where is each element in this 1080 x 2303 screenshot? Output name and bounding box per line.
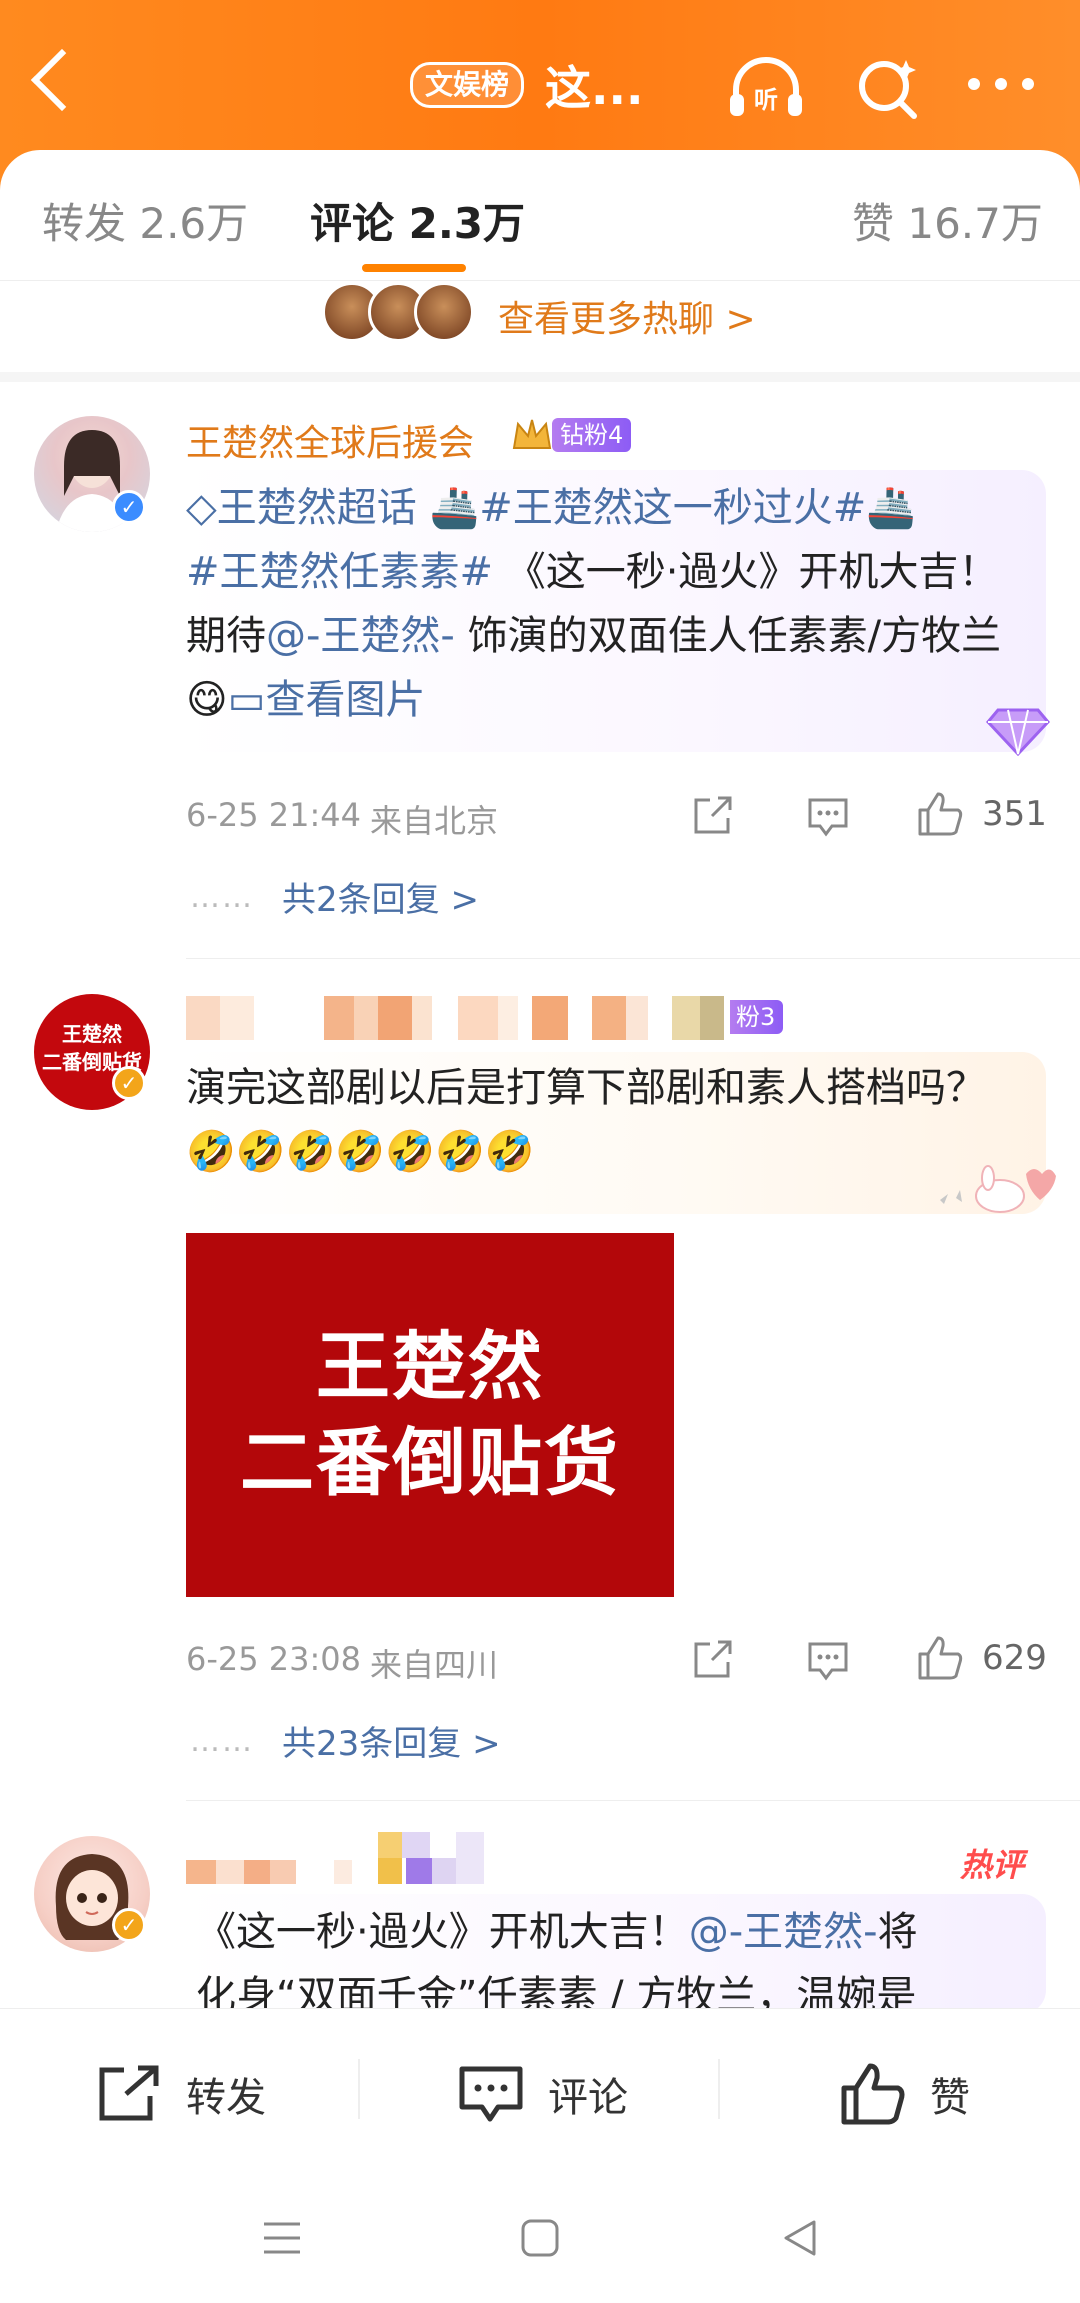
hashtag-link[interactable]: #王楚然这一秒过火# bbox=[479, 485, 866, 531]
repost-icon bbox=[99, 2065, 159, 2121]
section-separator bbox=[0, 372, 1080, 382]
view-image-link[interactable]: 查看图片 bbox=[266, 677, 426, 723]
image-link-icon: ▭ bbox=[227, 677, 266, 723]
reply-ellipsis: …… bbox=[190, 880, 254, 915]
view-replies-link[interactable]: 共23条回复 > bbox=[282, 1716, 501, 1765]
ship-icon: 🚢 bbox=[866, 485, 917, 531]
hot-comment-tag: 热评 bbox=[960, 1846, 1025, 1884]
back-arrow-icon[interactable] bbox=[30, 48, 94, 112]
svg-text:听: 听 bbox=[754, 86, 778, 114]
super-topic-link[interactable]: 王楚然超话 bbox=[217, 485, 417, 531]
comment-icon[interactable] bbox=[806, 794, 850, 838]
crown-icon bbox=[512, 419, 552, 449]
emoji-icon: 😋 bbox=[186, 677, 228, 723]
comment-time: 6-25 21:44 bbox=[186, 796, 362, 834]
home-icon[interactable] bbox=[520, 2218, 560, 2258]
view-replies-link[interactable]: 共2条回复 > bbox=[282, 872, 479, 921]
listen-icon[interactable]: 听 bbox=[726, 56, 806, 120]
divider bbox=[0, 280, 1080, 281]
comment-icon[interactable] bbox=[806, 1638, 850, 1682]
more-menu-icon[interactable] bbox=[966, 74, 1036, 94]
like-button[interactable]: 赞 bbox=[840, 2059, 970, 2129]
tab-comments[interactable]: 评论 2.3万 bbox=[310, 190, 525, 251]
laughing-emoji-icon: 🤣🤣🤣🤣🤣🤣🤣 bbox=[186, 1129, 535, 1175]
bar-separator bbox=[358, 2059, 360, 2119]
more-hot-chats-link[interactable]: 查看更多热聊 > bbox=[498, 290, 756, 342]
avatar-text: 王楚然 bbox=[62, 1022, 122, 1046]
bottom-action-bar: 转发 评论 赞 bbox=[0, 2008, 1080, 2179]
system-navigation-bar bbox=[0, 2178, 1080, 2303]
tab-likes[interactable]: 赞 16.7万 bbox=[852, 190, 1043, 251]
comment-text: ◇王楚然超话 🚢#王楚然这一秒过火#🚢 #王楚然任素素# 《这一秒·過火》开机大… bbox=[186, 485, 1002, 723]
share-icon[interactable] bbox=[690, 794, 734, 838]
verified-badge-icon: ✓ bbox=[112, 1066, 146, 1100]
rank-badge[interactable]: 文娱榜 bbox=[410, 62, 525, 108]
post-image[interactable]: 王楚然 二番倒贴货 bbox=[186, 1233, 674, 1597]
bunny-decoration-icon bbox=[940, 1165, 1056, 1213]
comment-time: 6-25 23:08 bbox=[186, 1640, 362, 1678]
diamond-decoration-icon bbox=[986, 708, 1050, 756]
comment-username[interactable]: 王楚然全球后援会 bbox=[186, 414, 474, 466]
comment-text: 《这一秒·過火》开机大吉！@-王楚然-将 化身“双面千金”任素素 / 方牧兰，温… bbox=[196, 1909, 918, 2008]
mention-link[interactable]: @-王楚然- bbox=[689, 1909, 878, 1955]
like-icon[interactable] bbox=[916, 790, 964, 838]
ship-icon: 🚢 bbox=[429, 485, 480, 531]
divider bbox=[186, 958, 1080, 959]
like-count: 629 bbox=[982, 1638, 1047, 1678]
menu-icon[interactable] bbox=[262, 2220, 302, 2256]
comment-text: 演完这部剧以后是打算下部剧和素人搭档吗？🤣🤣🤣🤣🤣🤣🤣 bbox=[186, 1065, 986, 1175]
like-icon bbox=[841, 2063, 905, 2125]
active-tab-indicator bbox=[362, 264, 466, 272]
divider bbox=[186, 1800, 1080, 1801]
like-count: 351 bbox=[982, 794, 1047, 834]
fan-level-badge: 粉3 bbox=[730, 1000, 784, 1034]
reply-ellipsis: …… bbox=[190, 1724, 254, 1759]
like-icon[interactable] bbox=[916, 1634, 964, 1682]
comment-icon bbox=[459, 2066, 523, 2122]
share-icon[interactable] bbox=[690, 1638, 734, 1682]
verified-badge-icon: ✓ bbox=[112, 490, 146, 524]
hot-chat-avatar bbox=[414, 282, 474, 342]
comment-location: 来自四川 bbox=[370, 1646, 499, 1684]
page-title: 这... bbox=[545, 61, 644, 115]
fan-level-badge: 钻粉4 bbox=[552, 418, 632, 452]
tab-reposts[interactable]: 转发 2.6万 bbox=[42, 190, 248, 251]
hashtag-link[interactable]: #王楚然任素素# bbox=[186, 549, 493, 595]
comment-button[interactable]: 评论 bbox=[458, 2059, 628, 2129]
mention-link[interactable]: @-王楚然- bbox=[266, 613, 455, 659]
verified-badge-icon: ✓ bbox=[112, 1908, 146, 1942]
repost-button[interactable]: 转发 bbox=[96, 2059, 266, 2129]
bar-separator bbox=[718, 2059, 720, 2119]
back-nav-icon[interactable] bbox=[780, 2218, 820, 2258]
search-icon[interactable] bbox=[856, 56, 920, 120]
comment-location: 来自北京 bbox=[370, 802, 499, 840]
